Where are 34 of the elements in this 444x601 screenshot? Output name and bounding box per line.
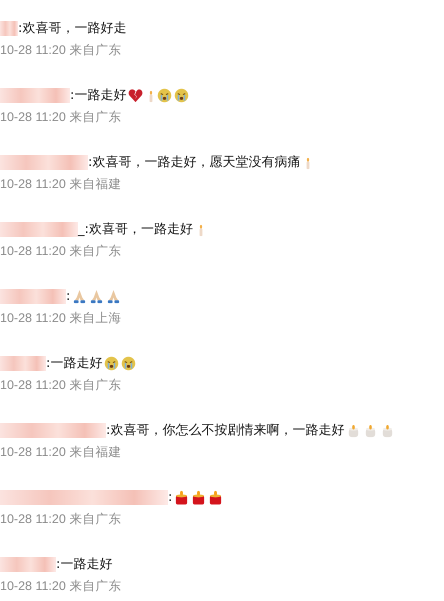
- comment-meta: 10-28 11:20 来自福建: [0, 176, 122, 193]
- comment-meta: 10-28 11:20 来自广东: [0, 42, 122, 59]
- blurred-username: [0, 556, 56, 572]
- tealight-icon: [191, 490, 206, 504]
- comment-meta: 10-28 11:20 来自上海: [0, 310, 122, 327]
- blurred-username: [0, 88, 70, 102]
- crying-face-icon: [121, 356, 136, 370]
- comment-text: :: [168, 490, 172, 504]
- crying-face-icon: [104, 356, 120, 370]
- tealight-icon: [174, 490, 190, 504]
- comment-meta: 10-28 11:20 来自广东: [0, 377, 122, 394]
- comment-meta: 10-28 11:20 来自广东: [0, 109, 122, 126]
- crying-face-icon: [174, 88, 190, 102]
- blurred-username: [0, 20, 18, 36]
- tealight-icon: [208, 490, 224, 504]
- praying-hands-icon: [106, 288, 122, 304]
- comment-text: :一路走好: [46, 355, 102, 372]
- comment-meta: 10-28 11:20 来自福建: [0, 444, 122, 461]
- comment-text: :欢喜哥，你怎么不按剧情来啊，一路走好: [106, 422, 344, 439]
- comment-text: :欢喜哥，一路好走: [18, 20, 126, 37]
- praying-hands-icon: [72, 288, 88, 304]
- comment-meta: 10-28 11:20 来自广东: [0, 578, 122, 595]
- comment-text: :欢喜哥，一路走好，愿天堂没有病痛: [88, 154, 300, 171]
- comment-text: :一路走好: [70, 87, 126, 104]
- praying-hands-icon: [89, 288, 104, 304]
- comment-text: _:欢喜哥，一路走好: [78, 221, 193, 238]
- comment-text: :: [66, 288, 70, 304]
- comment-meta: 10-28 11:20 来自广东: [0, 511, 122, 528]
- broken-heart-icon: [128, 88, 144, 102]
- blurred-username: [0, 288, 66, 304]
- crying-face-icon: [157, 88, 172, 102]
- blurred-username: [0, 356, 46, 370]
- comment-text: :一路走好: [56, 556, 112, 573]
- comment-meta: 10-28 11:20 来自广东: [0, 243, 122, 260]
